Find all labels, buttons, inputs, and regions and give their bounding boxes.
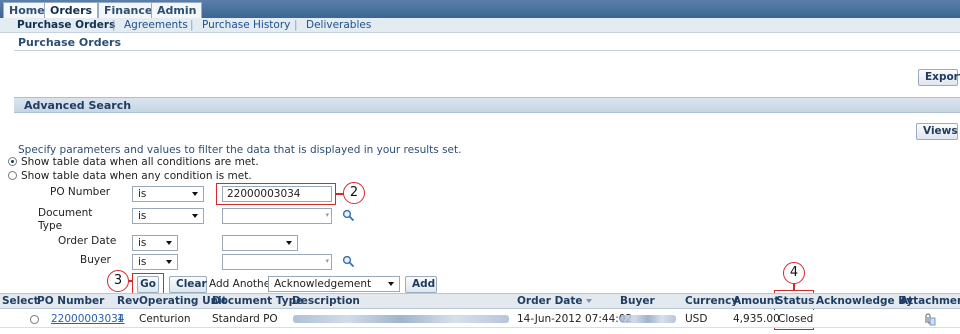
sub-navigation: Purchase Orders | Agreements | Purchase …: [0, 18, 960, 33]
document-type-input[interactable]: ▾: [222, 208, 332, 224]
subnav-purchase-orders[interactable]: Purchase Orders: [17, 19, 115, 31]
advanced-search-header: Advanced Search: [14, 97, 960, 113]
lov-indicator-icon: ▾: [325, 257, 329, 265]
col-select: Select: [2, 295, 39, 307]
currency-cell: USD: [685, 313, 708, 325]
search-icon[interactable]: [342, 255, 354, 267]
dropdown-arrow-icon: [286, 241, 292, 245]
callout-4: 4: [783, 262, 805, 284]
add-another-select[interactable]: Acknowledgement Status: [268, 276, 400, 304]
tab-finance[interactable]: Finance: [98, 2, 159, 18]
subnav-agreements[interactable]: Agreements: [124, 19, 188, 31]
add-another-label: Add Another: [209, 278, 275, 290]
add-button[interactable]: Add: [405, 276, 437, 293]
operating-unit-cell: Centurion: [139, 313, 191, 325]
buyer-operator-select[interactable]: is: [132, 254, 178, 270]
subnav-separator: |: [294, 19, 298, 31]
col-po-number[interactable]: PO Number: [37, 295, 104, 307]
document-type-cell: Standard PO: [212, 313, 278, 325]
document-type-label-line1: Document: [38, 207, 93, 219]
col-amount[interactable]: Amount: [733, 295, 779, 307]
dropdown-arrow-icon: [192, 192, 198, 196]
col-attachments: Attachments: [900, 295, 960, 307]
advanced-search-title: Advanced Search: [24, 99, 132, 112]
views-button[interactable]: Views: [916, 123, 958, 140]
order-date-cell: 14-Jun-2012 07:44:02: [517, 313, 633, 325]
col-document-type[interactable]: Document Type: [212, 295, 303, 307]
col-acknowledge-by[interactable]: Acknowledge By: [816, 295, 913, 307]
highlight-po-number-box: [216, 183, 336, 205]
go-button[interactable]: Go: [137, 276, 159, 293]
dropdown-arrow-icon: [166, 241, 172, 245]
search-icon[interactable]: [342, 209, 354, 221]
radio-any-condition[interactable]: Show table data when any condition is me…: [8, 170, 252, 182]
dropdown-arrow-icon: [192, 214, 198, 218]
operator-value: is: [138, 188, 147, 200]
redacted-buyer: [620, 315, 676, 323]
document-type-operator-select[interactable]: is: [132, 208, 204, 224]
results-table-header: Select PO Number Rev Operating Unit Docu…: [0, 293, 960, 309]
subnav-separator: |: [190, 19, 194, 31]
buyer-input[interactable]: ▾: [222, 254, 332, 270]
tab-orders[interactable]: Orders: [44, 2, 99, 18]
buyer-label: Buyer: [80, 254, 111, 266]
top-tab-bar: Home Orders Finance Admin: [0, 0, 960, 18]
row-select-radio-icon[interactable]: [30, 315, 39, 324]
subnav-deliverables[interactable]: Deliverables: [306, 19, 371, 31]
col-rev[interactable]: Rev: [117, 295, 139, 307]
operator-value: is: [138, 210, 147, 222]
title-divider: [14, 50, 960, 51]
col-status[interactable]: Status: [776, 295, 814, 307]
radio-any-label: Show table data when any condition is me…: [21, 170, 252, 182]
col-currency[interactable]: Currency: [685, 295, 738, 307]
status-cell: Closed: [778, 313, 814, 325]
order-date-label: Order Date: [58, 235, 117, 247]
document-type-label-line2: Type: [38, 220, 63, 232]
page-title: Purchase Orders: [18, 36, 122, 49]
order-date-operator-select[interactable]: is: [132, 235, 178, 251]
sort-desc-icon[interactable]: [585, 299, 592, 303]
rev-link[interactable]: 1: [117, 313, 124, 325]
col-description[interactable]: Description: [292, 295, 360, 307]
radio-icon[interactable]: [8, 171, 17, 180]
clear-button[interactable]: Clear: [169, 276, 207, 293]
po-number-label: PO Number: [50, 186, 111, 198]
amount-cell: 4,935.00: [733, 313, 780, 325]
col-order-date[interactable]: Order Date: [517, 295, 592, 307]
redacted-description: [293, 315, 509, 323]
callout-2: 2: [343, 182, 365, 204]
table-row: 22000003034 1 Centurion Standard PO 14-J…: [0, 310, 960, 328]
callout-3: 3: [107, 270, 129, 292]
radio-all-conditions[interactable]: Show table data when all conditions are …: [8, 156, 259, 168]
dropdown-arrow-icon: [388, 282, 394, 286]
dropdown-arrow-icon: [166, 260, 172, 264]
po-number-operator-select[interactable]: is: [132, 186, 204, 202]
radio-icon[interactable]: [8, 157, 17, 166]
order-date-header-text: Order Date: [517, 295, 583, 307]
operator-value: is: [138, 256, 147, 268]
subnav-purchase-history[interactable]: Purchase History: [202, 19, 290, 31]
subnav-separator: |: [112, 19, 116, 31]
operator-value: is: [138, 237, 147, 249]
search-instructions: Specify parameters and values to filter …: [18, 144, 462, 156]
po-number-link[interactable]: 22000003034: [51, 313, 125, 325]
radio-all-label: Show table data when all conditions are …: [21, 156, 259, 168]
export-button[interactable]: Export: [918, 69, 960, 86]
oracle-isupplier-page: Home Orders Finance Admin Purchase Order…: [0, 0, 960, 334]
attachment-icon[interactable]: [922, 312, 936, 326]
order-date-value-select[interactable]: [222, 235, 298, 251]
lov-indicator-icon: ▾: [325, 211, 329, 219]
tab-admin[interactable]: Admin: [151, 2, 203, 18]
col-buyer[interactable]: Buyer: [620, 295, 655, 307]
